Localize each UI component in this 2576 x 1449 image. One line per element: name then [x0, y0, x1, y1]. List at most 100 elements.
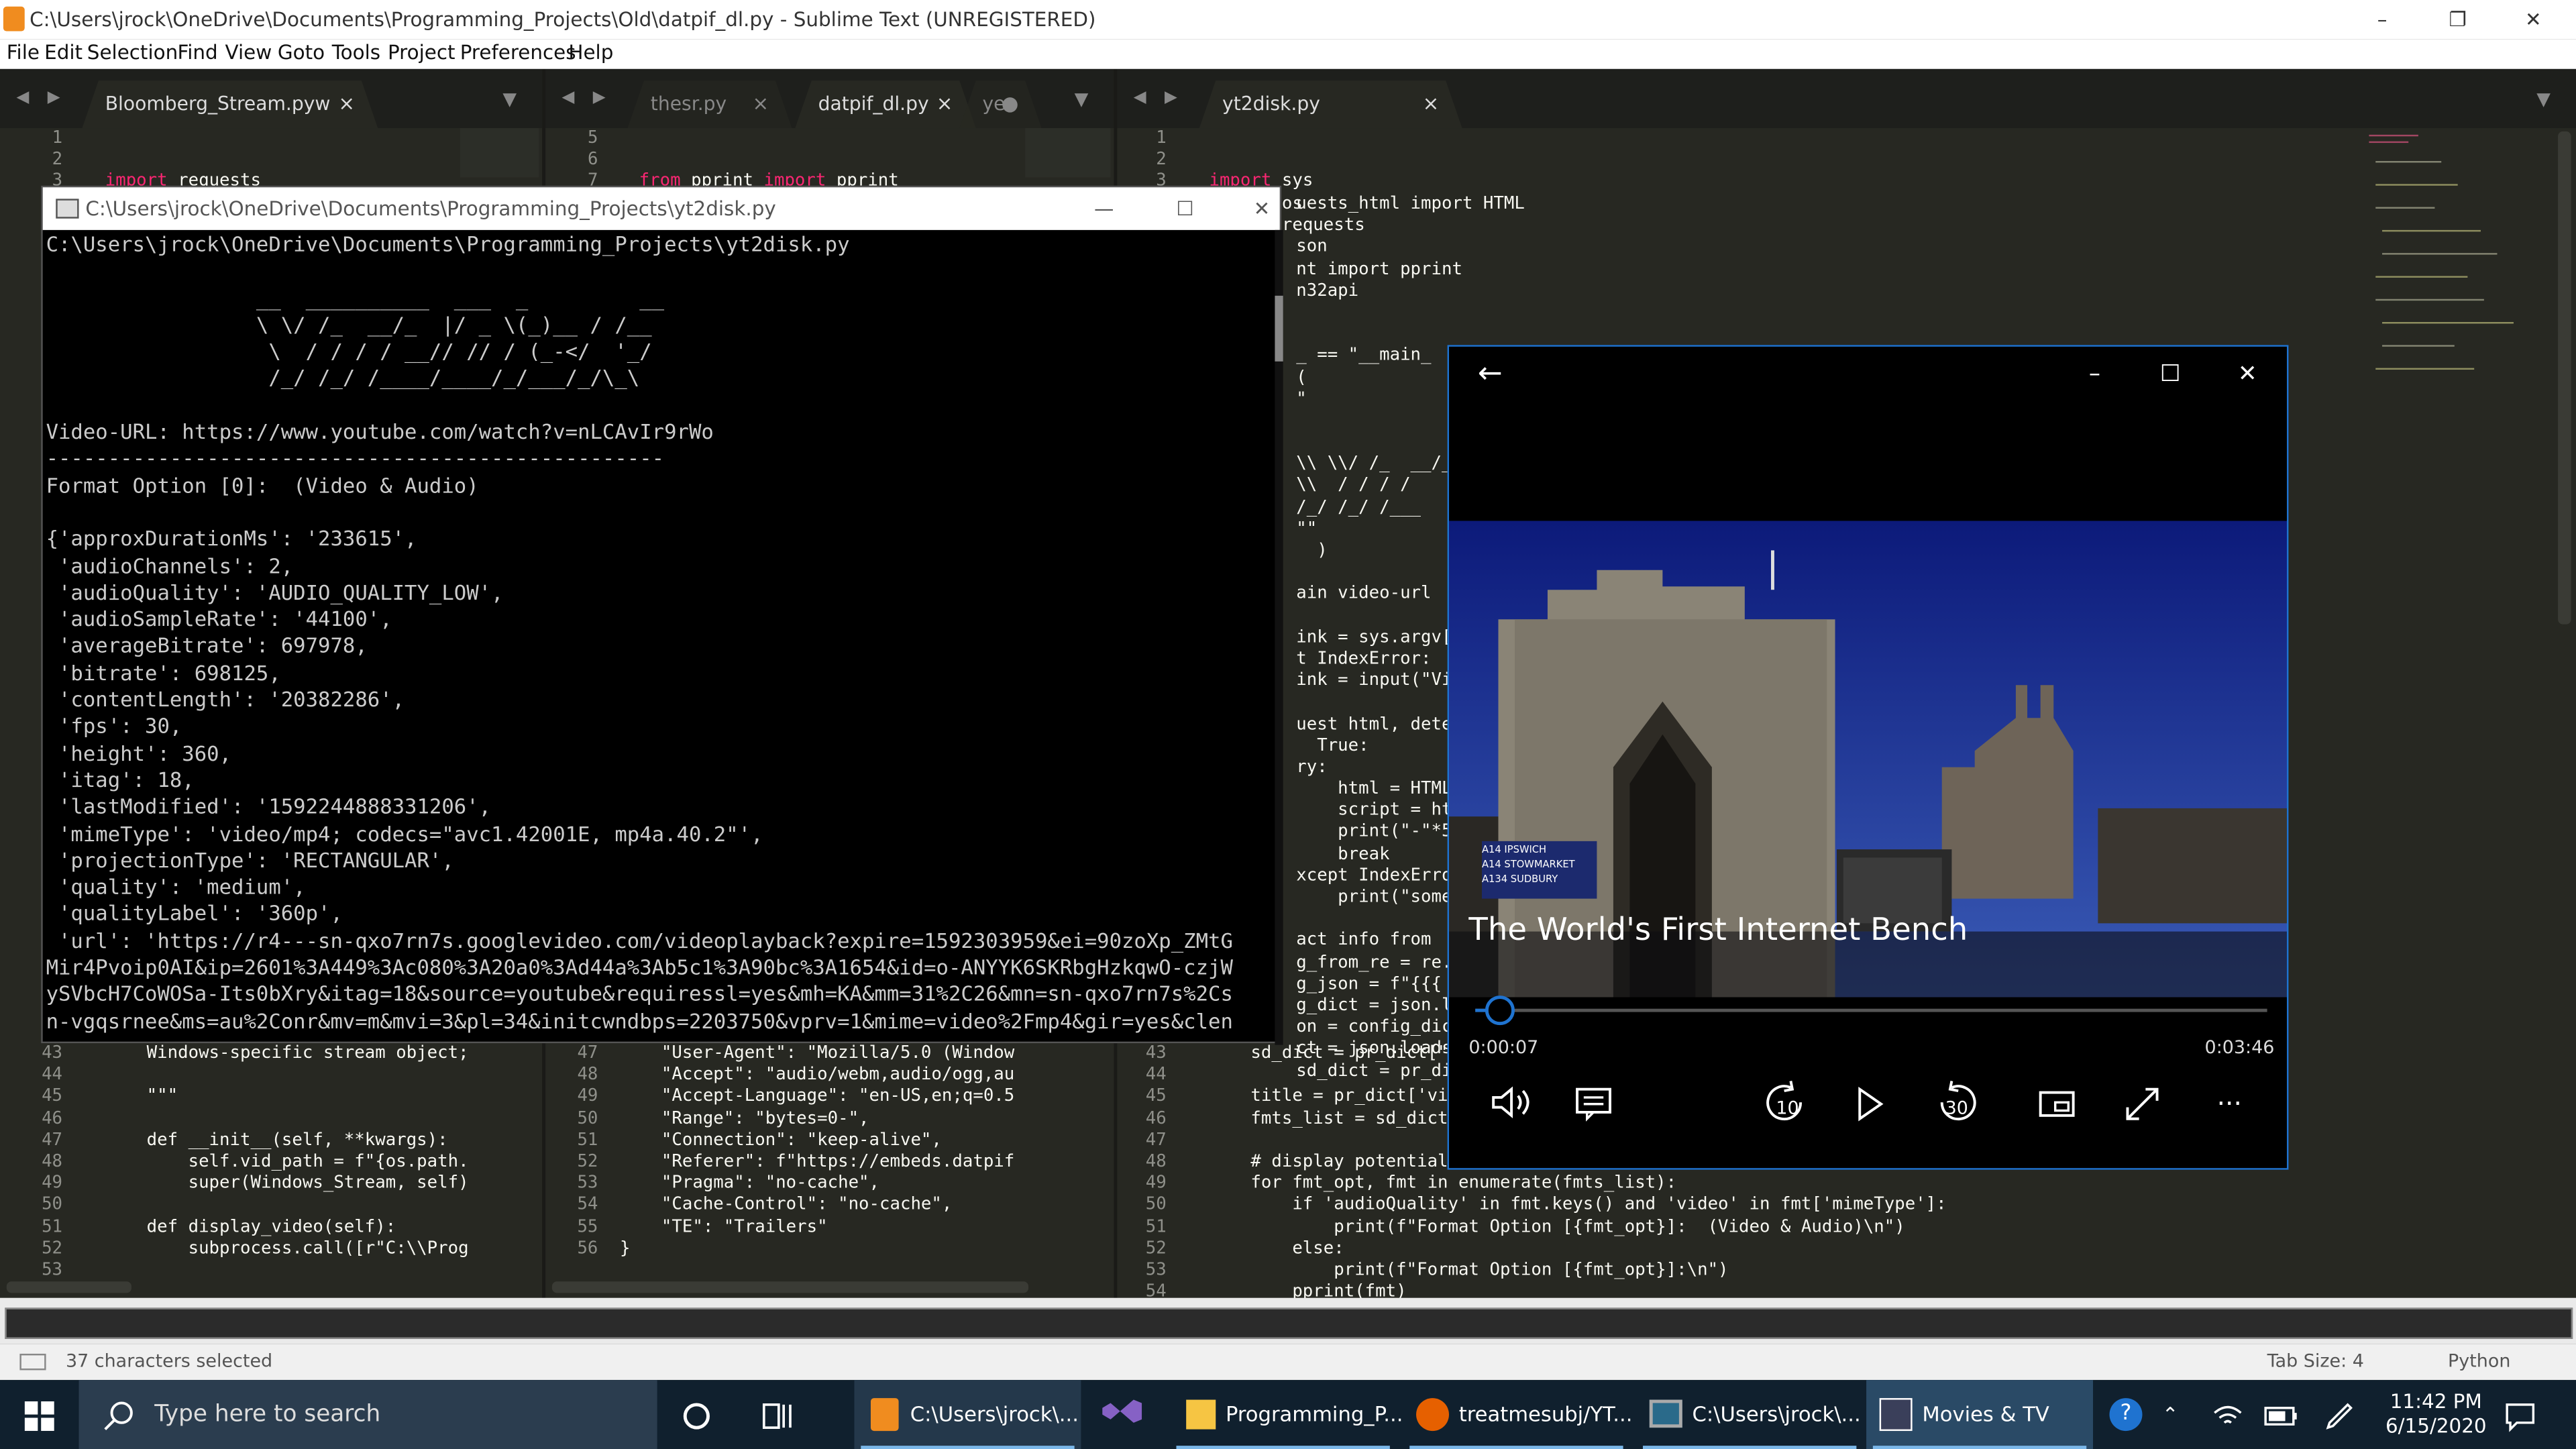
cortana-icon[interactable] — [680, 1400, 713, 1433]
menu-tools[interactable]: Tools — [332, 41, 380, 64]
menu-preferences[interactable]: Preferences — [460, 41, 576, 64]
menu-view[interactable]: View — [225, 41, 272, 64]
tab-close-icon[interactable]: × — [338, 80, 355, 128]
close-button[interactable]: ✕ — [2496, 0, 2571, 40]
battery-icon[interactable] — [2264, 1403, 2300, 1429]
menu-selection[interactable]: Selection — [87, 41, 178, 64]
tab-thesr[interactable]: thesr.py × — [628, 80, 792, 128]
console-line: 'fps': 30, — [46, 713, 182, 739]
tab-nav-arrows[interactable]: ◀ ▶ — [16, 89, 66, 107]
console-line: ----------------------------------------… — [46, 445, 665, 471]
taskbar-item-console[interactable]: C:\Users\jrock\... — [1636, 1380, 1863, 1449]
folder-icon — [1186, 1399, 1216, 1430]
taskbar-item-label: C:\Users\jrock\... — [910, 1401, 1079, 1426]
fullscreen-icon[interactable] — [2123, 1084, 2162, 1124]
back-arrow-icon[interactable]: ← — [1462, 350, 1518, 399]
subtitles-icon[interactable] — [1574, 1086, 1617, 1122]
code-line: "Range": "bytes=0-", — [578, 1108, 869, 1128]
line-number: 48 — [42, 1151, 63, 1171]
pane1-minimap[interactable] — [460, 128, 539, 178]
code-line: "Pragma": "no-cache", — [578, 1173, 880, 1193]
action-center-icon[interactable] — [2504, 1400, 2536, 1433]
line-number: 43 — [42, 1043, 63, 1063]
code-line: uests_html import HTML — [1296, 193, 1525, 214]
taskbar-search[interactable]: Type here to search — [78, 1380, 657, 1449]
taskbar-item-sublime[interactable]: C:\Users\jrock\... — [854, 1380, 1081, 1449]
code-line: son — [1296, 237, 1328, 257]
player-close-button[interactable]: ✕ — [2220, 350, 2275, 399]
pane2-tabbar: ◀ ▶ thesr.py × datpif_dl.py × ye ● ▼ — [545, 68, 1114, 129]
player-minimize-button[interactable]: – — [2067, 350, 2123, 399]
help-icon[interactable]: ? — [2109, 1398, 2143, 1432]
taskbar-item-movies-tv[interactable]: Movies & TV — [1866, 1380, 2094, 1449]
more-options-icon[interactable]: ··· — [2205, 1079, 2254, 1128]
skip-back-10-button[interactable]: 10 — [1761, 1079, 1810, 1128]
maximize-button[interactable]: ❐ — [2420, 0, 2496, 40]
pane2-minimap[interactable] — [1025, 128, 1111, 178]
tab-dirty-icon[interactable]: ● — [1002, 80, 1019, 128]
tab-dropdown-icon[interactable]: ▼ — [1075, 89, 1089, 110]
console-maximize-button[interactable]: ☐ — [1176, 187, 1193, 230]
road-sign: A14 IPSWICH A14 STOWMARKET A134 SUDBURY — [1482, 843, 1575, 887]
road-sign-line: A14 IPSWICH — [1481, 844, 1547, 856]
minimize-button[interactable]: – — [2345, 0, 2420, 40]
line-number: 44 — [1145, 1065, 1167, 1085]
tab-size-status[interactable]: Tab Size: 4 — [2267, 1350, 2364, 1372]
tab-label: Bloomberg_Stream.pyw — [105, 92, 331, 115]
tab-dropdown-icon[interactable]: ▼ — [2536, 89, 2551, 110]
seek-thumb[interactable] — [1485, 996, 1515, 1026]
sublime-window: C:\Users\jrock\OneDrive\Documents\Progra… — [0, 0, 2576, 1449]
skip-forward-30-button[interactable]: 30 — [1932, 1079, 1981, 1128]
code-line: Windows-specific stream object; — [105, 1043, 469, 1063]
console-icon — [56, 199, 79, 219]
taskbar-item-explorer[interactable]: Programming_P... — [1170, 1380, 1403, 1449]
tab-dropdown-icon[interactable]: ▼ — [502, 89, 517, 110]
seek-bar[interactable] — [1475, 996, 2267, 1026]
pane3-vscroll[interactable] — [2558, 131, 2571, 625]
show-hidden-icons-icon[interactable]: ⌃ — [2162, 1380, 2179, 1449]
road-sign-line: A14 STOWMARKET — [1481, 859, 1575, 871]
console-minimize-button[interactable]: — — [1094, 187, 1114, 230]
console-close-button[interactable]: ✕ — [1254, 187, 1271, 230]
player-maximize-button[interactable]: ☐ — [2142, 350, 2198, 399]
menu-goto[interactable]: Goto — [278, 41, 325, 64]
wifi-icon[interactable] — [2211, 1403, 2244, 1429]
elapsed-time: 0:00:07 — [1468, 1036, 1539, 1059]
volume-icon[interactable] — [1489, 1084, 1535, 1120]
task-view-icon[interactable] — [759, 1400, 795, 1433]
code-line: print(f"Format Option [{fmt_opt}]: (Vide… — [1209, 1216, 1905, 1236]
menu-find[interactable]: Find — [177, 41, 217, 64]
menu-help[interactable]: Help — [568, 41, 613, 64]
tab-close-icon[interactable]: × — [1423, 80, 1440, 128]
syntax-status[interactable]: Python — [2448, 1350, 2510, 1372]
pane3-minimap[interactable] — [2363, 128, 2560, 391]
tab-nav-arrows[interactable]: ◀ ▶ — [562, 89, 612, 107]
tab-ye[interactable]: ye ● — [959, 80, 1041, 128]
mini-view-icon[interactable] — [2037, 1087, 2077, 1120]
tab-close-icon[interactable]: × — [752, 80, 769, 128]
console-scrollbar[interactable] — [1275, 229, 1283, 1045]
movies-tv-player: ← – ☐ ✕ A14 IPSWICH A14 STOWMARKET A134 … — [1447, 345, 2289, 1170]
tab-bloomberg-stream[interactable]: Bloomberg_Stream.pyw × — [82, 80, 378, 128]
taskbar-item-firefox[interactable]: treatmesubj/YT... — [1403, 1380, 1632, 1449]
visual-studio-icon[interactable] — [1097, 1395, 1146, 1434]
tab-close-icon[interactable]: × — [936, 80, 953, 128]
tab-datpif-dl[interactable]: datpif_dl.py × — [795, 80, 975, 128]
panel-toggle-icon[interactable] — [19, 1353, 46, 1371]
pane2-hscroll[interactable] — [551, 1281, 1029, 1293]
menu-project[interactable]: Project — [388, 41, 455, 64]
menu-file[interactable]: File — [7, 41, 40, 64]
find-input[interactable] — [5, 1307, 2573, 1339]
tab-nav-arrows[interactable]: ◀ ▶ — [1134, 89, 1184, 107]
console-output[interactable]: C:\Users\jrock\OneDrive\Documents\Progra… — [46, 231, 1233, 1034]
pane1-hscroll[interactable] — [6, 1281, 131, 1293]
pen-icon[interactable] — [2323, 1400, 2356, 1433]
code-line: for fmt_opt, fmt in enumerate(fmts_list)… — [1209, 1173, 1677, 1193]
play-icon[interactable] — [1853, 1086, 1886, 1122]
windows-start-icon[interactable] — [24, 1401, 54, 1432]
tab-yt2disk[interactable]: yt2disk.py × — [1199, 80, 1462, 128]
pane2-code-bottom[interactable]: "User-Agent": "Mozilla/5.0 (Window "Acce… — [578, 1043, 1025, 1260]
menu-edit[interactable]: Edit — [44, 41, 83, 64]
pane1-code-bottom[interactable]: Windows-specific stream object; """ def … — [105, 1043, 536, 1281]
clock[interactable]: 11:42 PM 6/15/2020 — [2385, 1390, 2487, 1449]
